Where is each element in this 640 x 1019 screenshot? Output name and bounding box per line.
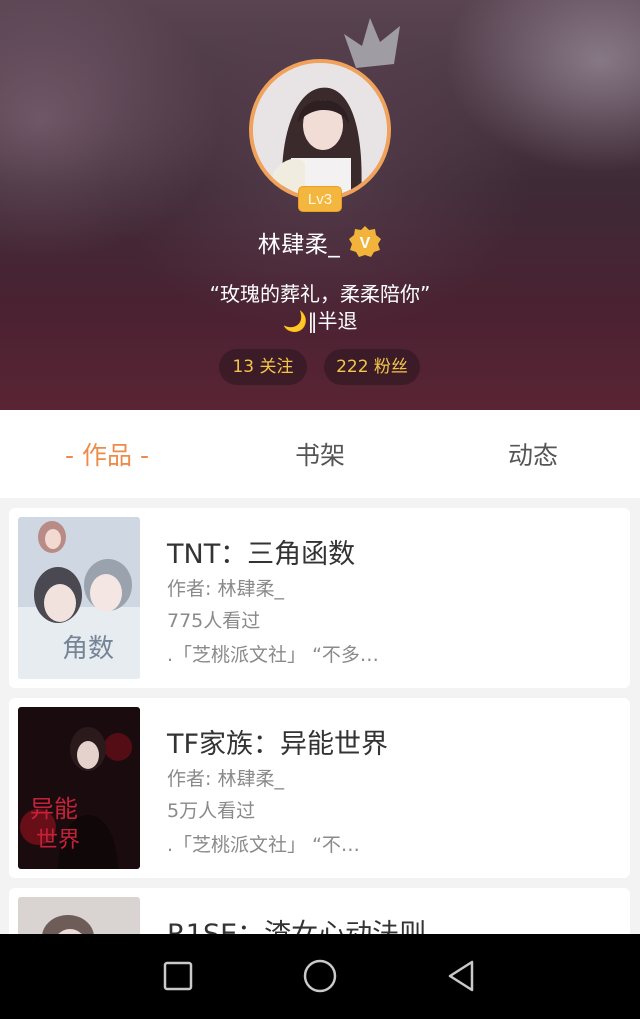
book-cover: 异能 世界: [18, 707, 140, 869]
book-author: 作者: 林肆柔_: [167, 768, 284, 790]
home-icon[interactable]: [302, 958, 338, 994]
book-title: TNT：三角函数: [167, 539, 356, 570]
book-views: 5万人看过: [167, 800, 256, 822]
profile-tabs: - 作品 - 书架 动态: [0, 410, 640, 498]
system-nav-bar: [0, 934, 640, 1019]
svg-text:世界: 世界: [36, 828, 80, 853]
book-card[interactable]: 角数 TNT：三角函数 作者: 林肆柔_ 775人看过 .「芝桃派文社」 “不多…: [9, 508, 630, 688]
user-name: 林肆柔_: [257, 232, 341, 258]
verified-badge-icon: V: [349, 226, 382, 257]
back-icon[interactable]: [444, 958, 480, 994]
svg-text:V: V: [360, 235, 371, 252]
avatar[interactable]: [249, 59, 391, 201]
svg-text:异能: 异能: [30, 795, 78, 823]
tab-bookshelf[interactable]: 书架: [220, 410, 420, 498]
book-card[interactable]: 异能 世界 TF家族：异能世界 作者: 林肆柔_ 5万人看过 .「芝桃派文社」 …: [9, 698, 630, 878]
tab-works[interactable]: - 作品 -: [7, 410, 207, 498]
avatar-image: [253, 63, 387, 197]
svg-text:角数: 角数: [62, 634, 114, 664]
book-tag: .「芝桃派文社」 “不…: [167, 834, 360, 856]
name-row: 林肆柔_ V: [0, 224, 640, 260]
recent-apps-icon[interactable]: [160, 958, 196, 994]
book-views: 775人看过: [167, 610, 261, 632]
bio-line-2: 🌙‖半退: [282, 309, 358, 333]
profile-header: Lv3 林肆柔_ V “玫瑰的葬礼，柔柔陪你” 🌙‖半退 13 关注 222 粉…: [0, 0, 640, 410]
book-tag: .「芝桃派文社」 “不多…: [167, 644, 379, 666]
tab-activity[interactable]: 动态: [433, 410, 633, 498]
bio-line-1: “玫瑰的葬礼，柔柔陪你”: [209, 282, 431, 306]
book-title: TF家族：异能世界: [167, 729, 389, 760]
fans-count-button[interactable]: 222 粉丝: [324, 349, 420, 385]
book-cover: 角数: [18, 517, 140, 679]
book-author: 作者: 林肆柔_: [167, 578, 284, 600]
level-badge: Lv3: [298, 186, 342, 212]
following-count-button[interactable]: 13 关注: [219, 349, 307, 385]
